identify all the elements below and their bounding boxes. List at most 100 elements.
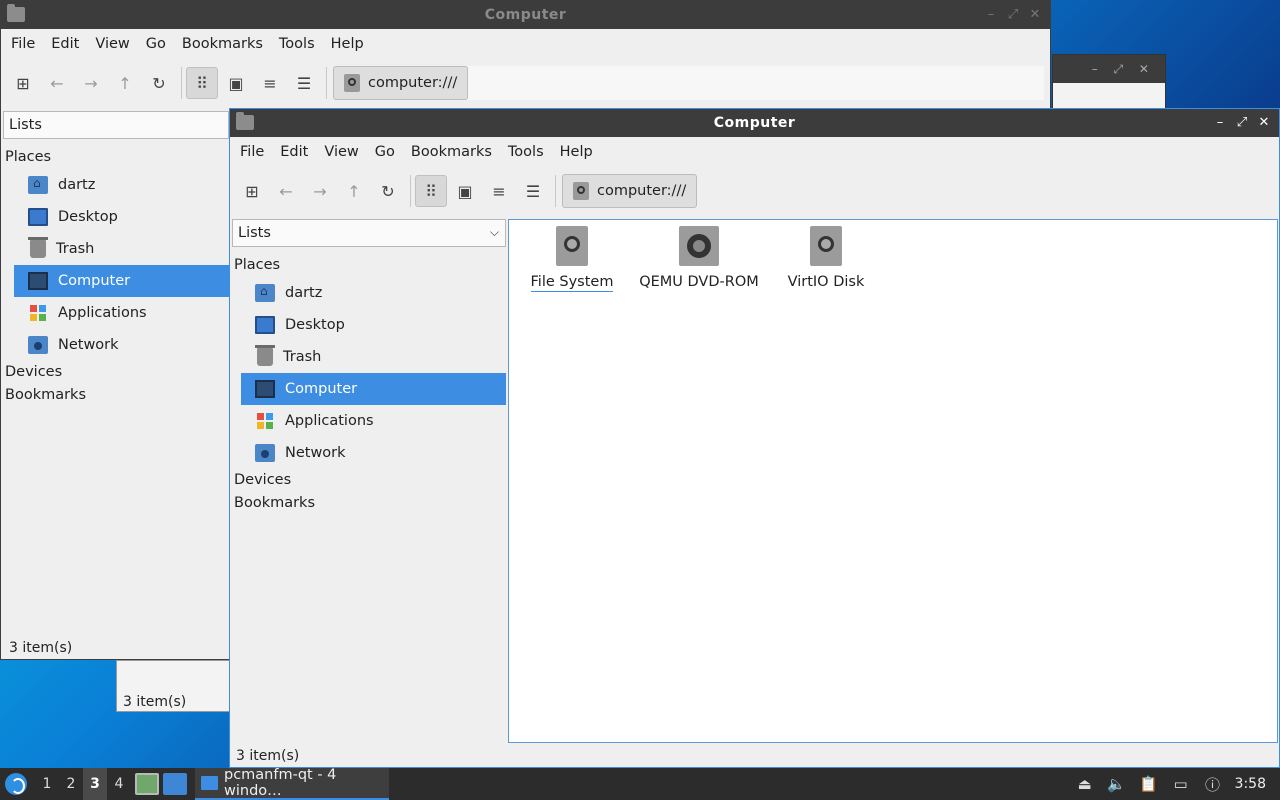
detail-view-icon[interactable]: ☰	[517, 175, 549, 207]
folder-icon	[201, 776, 218, 790]
menu-tools[interactable]: Tools	[500, 144, 552, 160]
window-title: Computer	[713, 115, 796, 131]
devices-header[interactable]: Devices	[232, 469, 506, 492]
reload-icon[interactable]: ↻	[143, 67, 175, 99]
bookmarks-header[interactable]: Bookmarks	[232, 492, 506, 515]
new-tab-icon[interactable]: ⊞	[236, 175, 268, 207]
detail-view-icon[interactable]: ☰	[288, 67, 320, 99]
menu-bookmarks[interactable]: Bookmarks	[403, 144, 500, 160]
arrow-right-icon[interactable]: →	[75, 67, 107, 99]
path-label: computer:///	[597, 183, 687, 199]
bookmarks-header[interactable]: Bookmarks	[3, 384, 229, 407]
menu-view[interactable]: View	[316, 144, 366, 160]
side-pane-mode-select[interactable]: Lists ⌵	[232, 219, 506, 247]
menu-file[interactable]: File	[3, 36, 43, 52]
drive-icon	[573, 182, 589, 200]
menu-help[interactable]: Help	[552, 144, 601, 160]
background-window-right[interactable]: – ⤢ ✕	[1052, 54, 1166, 110]
file-item-dvd-rom[interactable]: QEMU DVD-ROM	[636, 226, 762, 290]
places-header[interactable]: Places	[232, 254, 506, 277]
minimize-button[interactable]: –	[1211, 114, 1229, 132]
arrow-left-icon[interactable]: ←	[270, 175, 302, 207]
path-bar-empty[interactable]	[697, 174, 1273, 208]
trash-icon	[255, 345, 275, 366]
taskbar-task-pcmanfm[interactable]: pcmanfm-qt - 4 windo…	[195, 767, 389, 800]
minimize-button[interactable]: –	[982, 6, 1000, 24]
side-pane: Lists Places dartz Desktop Trash Compute…	[3, 111, 229, 631]
close-button[interactable]: ✕	[1255, 114, 1273, 132]
menu-go[interactable]: Go	[138, 36, 174, 52]
notification-icon[interactable]: ⓘ	[1203, 774, 1223, 794]
eject-icon[interactable]: ⏏	[1075, 774, 1095, 794]
places-header[interactable]: Places	[3, 146, 229, 169]
status-bar: 3 item(s)	[123, 694, 187, 710]
path-button[interactable]: computer:///	[333, 66, 469, 100]
sidebar-item-applications[interactable]: Applications	[14, 297, 229, 329]
title-bar[interactable]: Computer – ⤢ ✕	[1, 1, 1050, 29]
show-desktop-icon[interactable]	[163, 773, 187, 795]
side-pane-mode-select[interactable]: Lists	[3, 111, 229, 139]
thumbnail-view-icon[interactable]: ▣	[449, 175, 481, 207]
clipboard-icon[interactable]: 📋	[1139, 774, 1159, 794]
compact-view-icon[interactable]: ≡	[483, 175, 515, 207]
status-bar: 3 item(s)	[9, 640, 73, 656]
sidebar-item-network[interactable]: Network	[14, 329, 229, 361]
workspace-4[interactable]: 4	[107, 768, 131, 800]
arrow-left-icon[interactable]: ←	[41, 67, 73, 99]
applications-icon	[28, 304, 48, 322]
toolbar-separator	[326, 67, 327, 99]
devices-header[interactable]: Devices	[3, 361, 229, 384]
menu-go[interactable]: Go	[367, 144, 403, 160]
menu-bookmarks[interactable]: Bookmarks	[174, 36, 271, 52]
taskbar: 1 2 3 4 pcmanfm-qt - 4 windo… ⏏ 🔈 📋 ▭ ⓘ …	[0, 767, 1280, 800]
sidebar-item-computer[interactable]: Computer	[14, 265, 229, 297]
home-folder-icon	[28, 176, 48, 194]
sidebar-item-network[interactable]: Network	[241, 437, 506, 469]
path-button[interactable]: computer:///	[562, 174, 698, 208]
workspace-3[interactable]: 3	[83, 768, 107, 800]
workspace-2[interactable]: 2	[59, 768, 83, 800]
menu-edit[interactable]: Edit	[272, 144, 316, 160]
arrow-up-icon[interactable]: ↑	[109, 67, 141, 99]
sidebar-item-desktop[interactable]: Desktop	[14, 201, 229, 233]
sidebar-item-trash[interactable]: Trash	[14, 233, 229, 265]
sidebar-item-home[interactable]: dartz	[241, 277, 506, 309]
icon-view-icon[interactable]: ⠿	[415, 175, 447, 207]
menu-view[interactable]: View	[87, 36, 137, 52]
network-icon[interactable]: ▭	[1171, 774, 1191, 794]
sidebar-item-applications[interactable]: Applications	[241, 405, 506, 437]
drive-icon	[556, 226, 588, 266]
menu-tools[interactable]: Tools	[271, 36, 323, 52]
side-pane-mode-label: Lists	[9, 117, 42, 133]
toolbar-separator	[181, 67, 182, 99]
arrow-up-icon[interactable]: ↑	[338, 175, 370, 207]
sidebar-item-trash[interactable]: Trash	[241, 341, 506, 373]
arrow-right-icon[interactable]: →	[304, 175, 336, 207]
menu-edit[interactable]: Edit	[43, 36, 87, 52]
volume-icon[interactable]: 🔈	[1107, 774, 1127, 794]
reload-icon[interactable]: ↻	[372, 175, 404, 207]
maximize-button[interactable]: ⤢	[1233, 114, 1251, 132]
sidebar-item-desktop[interactable]: Desktop	[241, 309, 506, 341]
file-item-virtio-disk[interactable]: VirtIO Disk	[763, 226, 889, 290]
start-menu-icon[interactable]	[5, 773, 27, 795]
compact-view-icon[interactable]: ≡	[254, 67, 286, 99]
close-button[interactable]: ✕	[1026, 6, 1044, 24]
menu-file[interactable]: File	[232, 144, 272, 160]
file-item-file-system[interactable]: File System	[509, 226, 635, 292]
new-tab-icon[interactable]: ⊞	[7, 67, 39, 99]
clock[interactable]: 3:58	[1235, 776, 1266, 792]
path-bar-empty[interactable]	[468, 66, 1044, 100]
menu-help[interactable]: Help	[323, 36, 372, 52]
file-manager-window-main[interactable]: Computer – ⤢ ✕ File Edit View Go Bookmar…	[229, 108, 1280, 768]
icon-view-icon[interactable]: ⠿	[186, 67, 218, 99]
workspace-1[interactable]: 1	[35, 768, 59, 800]
sidebar-item-home[interactable]: dartz	[14, 169, 229, 201]
thumbnail-view-icon[interactable]: ▣	[220, 67, 252, 99]
maximize-button[interactable]: ⤢	[1004, 6, 1022, 24]
file-view[interactable]: File System QEMU DVD-ROM VirtIO Disk	[508, 219, 1278, 743]
background-window-bottom[interactable]: 3 item(s)	[116, 660, 230, 712]
file-manager-launcher-icon[interactable]	[135, 773, 159, 795]
title-bar[interactable]: Computer – ⤢ ✕	[230, 109, 1279, 137]
sidebar-item-computer[interactable]: Computer	[241, 373, 506, 405]
